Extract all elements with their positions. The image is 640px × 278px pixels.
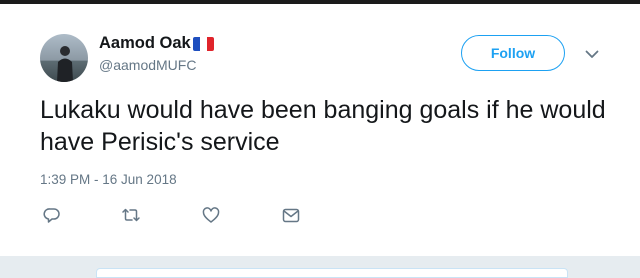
heart-icon[interactable] [201, 205, 221, 225]
tweet-timestamp[interactable]: 1:39 PM - 16 Jun 2018 [40, 172, 177, 187]
display-name[interactable]: Aamod Oak [99, 34, 214, 53]
user-handle[interactable]: @aamodMUFC [99, 57, 196, 73]
chevron-down-icon[interactable] [583, 47, 601, 61]
follow-button[interactable]: Follow [461, 35, 565, 71]
envelope-icon[interactable] [281, 205, 301, 225]
reply-box-edge [96, 268, 568, 278]
tweet-text: Lukaku would have been banging goals if … [40, 96, 606, 156]
reply-icon[interactable] [42, 205, 62, 225]
france-flag-icon [192, 36, 214, 51]
display-name-text[interactable]: Aamod Oak [99, 34, 191, 53]
avatar[interactable] [40, 34, 88, 82]
retweet-icon[interactable] [121, 205, 141, 225]
